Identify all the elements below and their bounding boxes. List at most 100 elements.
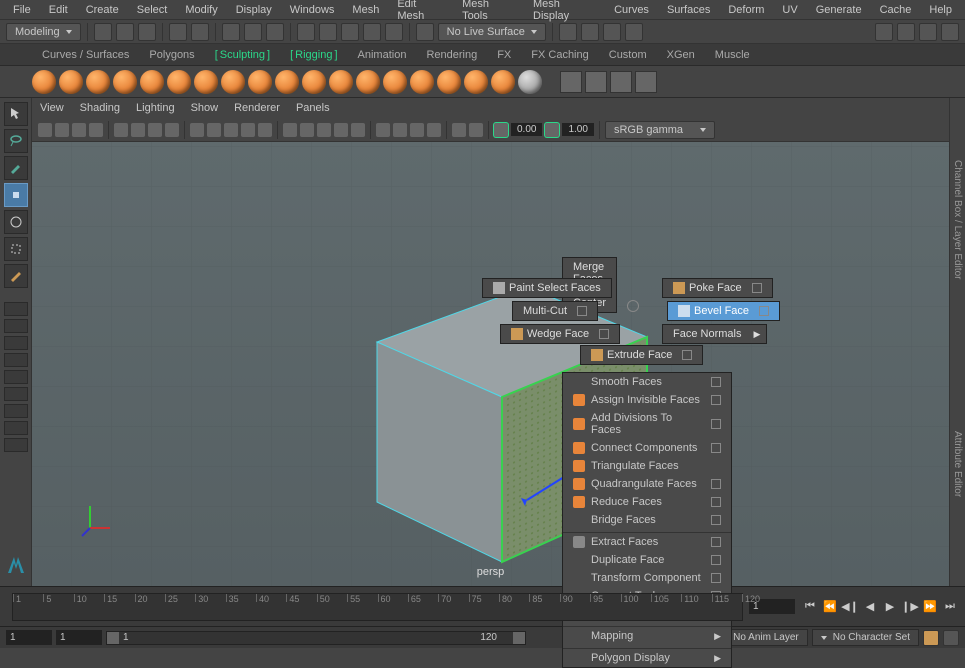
menu-generate[interactable]: Generate xyxy=(807,1,871,19)
menu-display[interactable]: Display xyxy=(227,1,281,19)
tab-fx-caching[interactable]: FX Caching xyxy=(521,45,598,65)
sculpt-tool-icon[interactable] xyxy=(59,70,83,94)
sculpt-tool-icon[interactable] xyxy=(32,70,56,94)
visibility-icon[interactable] xyxy=(610,71,632,93)
menu-create[interactable]: Create xyxy=(77,1,128,19)
color-space-dropdown[interactable]: sRGB gamma xyxy=(605,121,715,139)
mi-bridge-faces[interactable]: Bridge Faces xyxy=(563,511,731,529)
layout-custom-icon[interactable] xyxy=(4,438,28,452)
go-to-start-button[interactable]: ⏮ xyxy=(801,598,819,616)
menu-mesh[interactable]: Mesh xyxy=(343,1,388,19)
layout-graph-icon[interactable] xyxy=(4,404,28,418)
panel-layout-icon[interactable] xyxy=(919,23,937,41)
sculpt-tool-icon[interactable] xyxy=(329,70,353,94)
live-surface-icon[interactable] xyxy=(416,23,434,41)
snap-live-icon[interactable] xyxy=(385,23,403,41)
mm-wedge-face[interactable]: Wedge Face xyxy=(500,324,620,344)
menu-edit-mesh[interactable]: Edit Mesh xyxy=(388,0,453,25)
film-gate-icon[interactable] xyxy=(131,123,145,137)
sculpt-tool-icon[interactable] xyxy=(113,70,137,94)
camera-attributes-icon[interactable] xyxy=(55,123,69,137)
layout-hypershade-icon[interactable] xyxy=(4,421,28,435)
sculpt-tool-icon[interactable] xyxy=(437,70,461,94)
options-box-icon[interactable] xyxy=(711,555,721,565)
options-box-icon[interactable] xyxy=(599,329,609,339)
panel-menu-renderer[interactable]: Renderer xyxy=(234,102,280,114)
sculpt-tool-icon[interactable] xyxy=(221,70,245,94)
render-settings-icon[interactable] xyxy=(625,23,643,41)
select-camera-icon[interactable] xyxy=(38,123,52,137)
tab-curves-surfaces[interactable]: Curves / Surfaces xyxy=(32,45,139,65)
xray-icon[interactable] xyxy=(300,123,314,137)
construction-history-icon[interactable] xyxy=(559,23,577,41)
paint-select-tool[interactable] xyxy=(4,156,28,180)
options-box-icon[interactable] xyxy=(577,306,587,316)
menu-file[interactable]: File xyxy=(4,1,40,19)
auto-key-icon[interactable] xyxy=(923,630,939,646)
tab-xgen[interactable]: XGen xyxy=(657,45,705,65)
mi-polygon-display[interactable]: Polygon Display▶ xyxy=(563,649,731,667)
options-box-icon[interactable] xyxy=(711,377,721,387)
move-tool[interactable] xyxy=(4,183,28,207)
live-surface-dropdown[interactable]: No Live Surface xyxy=(438,23,546,41)
select-object-icon[interactable] xyxy=(222,23,240,41)
lights-icon[interactable] xyxy=(241,123,255,137)
textured-icon[interactable] xyxy=(224,123,238,137)
play-forward-button[interactable]: ▶ xyxy=(881,598,899,616)
snap-curve-icon[interactable] xyxy=(319,23,337,41)
mm-multi-cut[interactable]: Multi-Cut xyxy=(512,301,598,321)
mm-bevel-face[interactable]: Bevel Face xyxy=(667,301,780,321)
sculpt-tool-icon[interactable] xyxy=(302,70,326,94)
options-box-icon[interactable] xyxy=(711,515,721,525)
panel-menu-show[interactable]: Show xyxy=(191,102,219,114)
sculpt-tool-icon[interactable] xyxy=(194,70,218,94)
sculpt-tool-icon[interactable] xyxy=(464,70,488,94)
menu-mesh-tools[interactable]: Mesh Tools xyxy=(453,0,524,25)
panel-layout-icon[interactable] xyxy=(875,23,893,41)
panel-menu-view[interactable]: View xyxy=(40,102,64,114)
mi-transform-component[interactable]: Transform Component xyxy=(563,569,731,587)
play-back-button[interactable]: ◀ xyxy=(861,598,879,616)
tab-rigging[interactable]: Rigging xyxy=(280,45,347,65)
tab-sculpting[interactable]: Sculpting xyxy=(205,45,280,65)
sculpt-tool-icon[interactable] xyxy=(248,70,272,94)
menu-modify[interactable]: Modify xyxy=(176,1,226,19)
range-start-field[interactable]: 1 xyxy=(56,630,102,645)
options-box-icon[interactable] xyxy=(711,443,721,453)
mi-reduce-faces[interactable]: Reduce Faces xyxy=(563,493,731,511)
snap-plane-icon[interactable] xyxy=(363,23,381,41)
select-tool[interactable] xyxy=(4,102,28,126)
options-box-icon[interactable] xyxy=(752,283,762,293)
last-tool[interactable] xyxy=(4,264,28,288)
motion-blur-icon[interactable] xyxy=(351,123,365,137)
panel-menu-lighting[interactable]: Lighting xyxy=(136,102,175,114)
mi-smooth-faces[interactable]: Smooth Faces xyxy=(563,373,731,391)
leds-icon[interactable] xyxy=(427,123,441,137)
menu-deform[interactable]: Deform xyxy=(719,1,773,19)
select-hierarchy-icon[interactable] xyxy=(266,23,284,41)
tab-muscle[interactable]: Muscle xyxy=(705,45,760,65)
step-back-button[interactable]: ◀❙ xyxy=(841,598,859,616)
shadows-icon[interactable] xyxy=(258,123,272,137)
layout-two-v-icon[interactable] xyxy=(4,353,28,367)
anim-start-field[interactable]: 1 xyxy=(6,630,52,645)
ao-icon[interactable] xyxy=(334,123,348,137)
shaded-icon[interactable] xyxy=(207,123,221,137)
gamma-value[interactable]: 1.00 xyxy=(562,123,593,136)
options-box-icon[interactable] xyxy=(711,497,721,507)
mi-add-divisions[interactable]: Add Divisions To Faces xyxy=(563,409,731,439)
image-plane-icon[interactable] xyxy=(89,123,103,137)
options-box-icon[interactable] xyxy=(711,537,721,547)
tab-polygons[interactable]: Polygons xyxy=(139,45,204,65)
settings-icon[interactable] xyxy=(635,71,657,93)
isolate-icon[interactable] xyxy=(283,123,297,137)
render-icon[interactable] xyxy=(581,23,599,41)
layout-two-h-icon[interactable] xyxy=(4,336,28,350)
menu-select[interactable]: Select xyxy=(128,1,177,19)
sculpt-tool-icon[interactable] xyxy=(491,70,515,94)
gate-mask-icon[interactable] xyxy=(165,123,179,137)
dof-icon[interactable] xyxy=(452,123,466,137)
redo-icon[interactable] xyxy=(191,23,209,41)
mi-extract-faces[interactable]: Extract Faces xyxy=(563,533,731,551)
panel-menu-shading[interactable]: Shading xyxy=(80,102,120,114)
